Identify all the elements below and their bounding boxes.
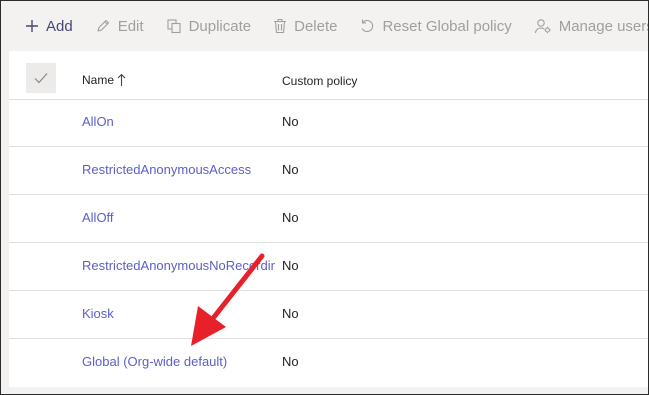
table-row[interactable]: RestrictedAnonymousNoRecording No — [9, 243, 648, 291]
manage-users-button[interactable]: Manage users — [534, 17, 649, 35]
column-header-name[interactable]: Name — [82, 73, 126, 87]
policy-name-link[interactable]: AllOff — [82, 210, 275, 225]
policy-name-link[interactable]: RestrictedAnonymousAccess — [82, 162, 275, 177]
table-row[interactable]: AllOff No — [9, 195, 648, 243]
table-header: Name Custom policy — [9, 51, 648, 100]
table-row[interactable]: RestrictedAnonymousAccess No — [9, 147, 648, 195]
sort-ascending-icon — [117, 73, 126, 86]
manage-users-label: Manage users — [558, 17, 649, 35]
edit-button[interactable]: Edit — [95, 18, 144, 35]
duplicate-button-label: Duplicate — [188, 17, 252, 35]
policy-name-link[interactable]: Kiosk — [82, 306, 275, 321]
reset-global-policy-label: Reset Global policy — [382, 17, 512, 35]
policy-name-link[interactable]: Global (Org-wide default) — [82, 354, 275, 369]
plus-icon — [26, 20, 38, 32]
add-button[interactable]: Add — [25, 18, 73, 35]
custom-policy-value: No — [282, 114, 299, 129]
custom-policy-value: No — [282, 306, 299, 321]
checkmark-icon — [34, 73, 48, 84]
trash-icon — [274, 18, 287, 34]
custom-policy-value: No — [282, 258, 299, 273]
edit-button-label: Edit — [117, 17, 144, 35]
policy-name-link[interactable]: AllOn — [82, 114, 275, 129]
reset-global-policy-button[interactable]: Reset Global policy — [359, 17, 512, 35]
custom-policy-value: No — [282, 354, 299, 369]
custom-policy-value: No — [282, 210, 299, 225]
column-header-custom-policy[interactable]: Custom policy — [282, 74, 357, 88]
policies-table: Name Custom policy AllOn No RestrictedAn… — [9, 51, 648, 387]
column-header-name-label: Name — [82, 73, 115, 87]
table-row[interactable]: AllOn No — [9, 99, 648, 147]
manage-users-icon — [534, 19, 551, 34]
reset-icon — [362, 19, 374, 33]
duplicate-icon — [167, 19, 181, 34]
table-row[interactable]: Global (Org-wide default) No — [9, 339, 648, 386]
custom-policy-value: No — [282, 162, 299, 177]
policy-name-link[interactable]: RestrictedAnonymousNoRecording — [82, 258, 275, 273]
table-row[interactable]: Kiosk No — [9, 291, 648, 339]
add-button-label: Add — [46, 17, 73, 35]
delete-button-label: Delete — [294, 17, 338, 35]
select-all-checkbox[interactable] — [26, 63, 56, 93]
duplicate-button[interactable]: Duplicate — [166, 17, 252, 35]
delete-button[interactable]: Delete — [273, 18, 337, 35]
command-toolbar: Add Edit Duplicate Delete Reset Global p… — [1, 1, 648, 51]
policy-list-panel: Add Edit Duplicate Delete Reset Global p… — [0, 0, 649, 395]
pencil-icon — [97, 19, 109, 32]
